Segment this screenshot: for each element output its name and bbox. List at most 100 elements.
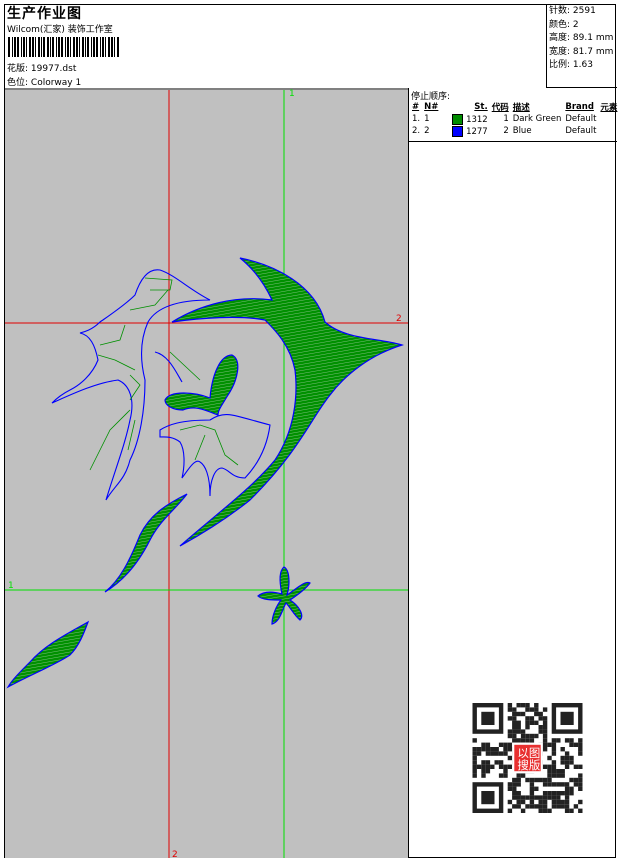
qr-module bbox=[542, 791, 548, 796]
qr-module bbox=[516, 711, 521, 717]
qr-module bbox=[520, 738, 526, 743]
qr-module bbox=[556, 795, 561, 800]
qr-module bbox=[573, 782, 579, 787]
qr-module bbox=[507, 707, 513, 712]
qr-module bbox=[547, 769, 552, 774]
stop-sequence-table: # N# St. 代码 描述 Brand 元素 1. 1 1312 1 Dark… bbox=[410, 101, 619, 137]
qr-module bbox=[578, 773, 583, 778]
row-stitches: 1277 bbox=[450, 125, 489, 137]
qr-module bbox=[542, 804, 548, 809]
qr-module bbox=[529, 799, 535, 805]
qr-module bbox=[534, 711, 539, 717]
qr-module bbox=[507, 799, 513, 805]
qr-module bbox=[578, 742, 583, 747]
color-code: 2 bbox=[503, 126, 509, 136]
qr-module bbox=[498, 760, 504, 765]
qr-module bbox=[556, 804, 561, 809]
column-header: 元素 bbox=[600, 103, 618, 113]
qr-module bbox=[560, 769, 565, 774]
qr-module bbox=[564, 808, 570, 813]
qr-module bbox=[498, 764, 504, 769]
qr-module bbox=[542, 777, 548, 783]
qr-module bbox=[490, 764, 495, 769]
qr-module bbox=[485, 747, 491, 752]
qr-module bbox=[525, 703, 530, 708]
column-header: 描述 bbox=[512, 103, 530, 113]
qr-module bbox=[551, 773, 557, 778]
qr-module bbox=[534, 804, 539, 809]
qr-module bbox=[569, 760, 574, 765]
qr-stamp-char: 版 bbox=[529, 758, 541, 772]
qr-module bbox=[560, 782, 565, 787]
qr-module bbox=[564, 795, 570, 800]
qr-module bbox=[507, 782, 513, 787]
qr-module bbox=[547, 777, 552, 783]
needle-number: 1 bbox=[424, 114, 430, 124]
qr-code[interactable]: 以图搜版 bbox=[470, 703, 585, 813]
table-divider bbox=[408, 141, 617, 142]
qr-module bbox=[573, 764, 579, 769]
qr-module bbox=[507, 755, 513, 761]
qr-module bbox=[485, 742, 491, 747]
qr-module bbox=[498, 751, 504, 756]
qr-module bbox=[512, 804, 517, 809]
leaf-outline bbox=[51, 269, 211, 501]
qr-module bbox=[542, 747, 548, 752]
qr-module bbox=[503, 747, 508, 752]
table-row[interactable]: 1. 1 1312 1 Dark Green Default bbox=[410, 113, 619, 125]
qr-module bbox=[534, 720, 539, 725]
qr-module bbox=[516, 791, 521, 796]
qr-module bbox=[516, 777, 521, 783]
qr-module bbox=[551, 760, 557, 765]
color-swatch bbox=[452, 125, 464, 137]
qr-module bbox=[569, 777, 574, 783]
qr-module bbox=[516, 738, 521, 743]
qr-module bbox=[542, 764, 548, 769]
qr-module bbox=[551, 795, 557, 800]
qr-module bbox=[538, 804, 543, 809]
row-needle: 2 bbox=[422, 125, 450, 137]
qr-module bbox=[538, 729, 543, 734]
qr-module bbox=[547, 773, 552, 778]
table-row[interactable]: 2. 2 1277 2 Blue Default bbox=[410, 125, 619, 137]
qr-module bbox=[520, 773, 526, 778]
row-index: 2. bbox=[412, 126, 421, 136]
qr-module bbox=[578, 738, 583, 743]
qr-module bbox=[529, 738, 535, 743]
qr-module bbox=[520, 711, 526, 717]
qr-module bbox=[542, 725, 548, 730]
qr-module bbox=[520, 795, 526, 800]
qr-module bbox=[472, 764, 477, 769]
qr-module bbox=[498, 742, 504, 747]
qr-module bbox=[538, 808, 543, 813]
qr-module bbox=[516, 720, 521, 725]
qr-module bbox=[520, 799, 526, 805]
qr-module bbox=[564, 764, 570, 769]
qr-module bbox=[507, 716, 513, 721]
qr-module bbox=[547, 755, 552, 761]
column-header: Brand bbox=[565, 102, 594, 112]
qr-module bbox=[560, 804, 565, 809]
qr-module bbox=[503, 764, 508, 769]
qr-module bbox=[564, 751, 570, 756]
qr-module bbox=[516, 795, 521, 800]
element bbox=[598, 113, 619, 125]
qr-module bbox=[507, 703, 513, 708]
needle-number: 2 bbox=[424, 126, 430, 136]
qr-module bbox=[569, 786, 574, 791]
qr-module bbox=[560, 799, 565, 805]
qr-module bbox=[538, 777, 543, 783]
qr-module bbox=[529, 786, 535, 791]
qr-module bbox=[503, 769, 508, 774]
qr-module bbox=[512, 786, 517, 791]
qr-module bbox=[547, 795, 552, 800]
column-header: St. bbox=[474, 102, 488, 112]
qr-module bbox=[516, 725, 521, 730]
qr-module bbox=[556, 769, 561, 774]
qr-module bbox=[551, 738, 557, 743]
qr-finder bbox=[481, 791, 495, 805]
qr-module bbox=[507, 764, 513, 769]
qr-module bbox=[507, 742, 513, 747]
qr-module bbox=[525, 738, 530, 743]
qr-module bbox=[503, 751, 508, 756]
